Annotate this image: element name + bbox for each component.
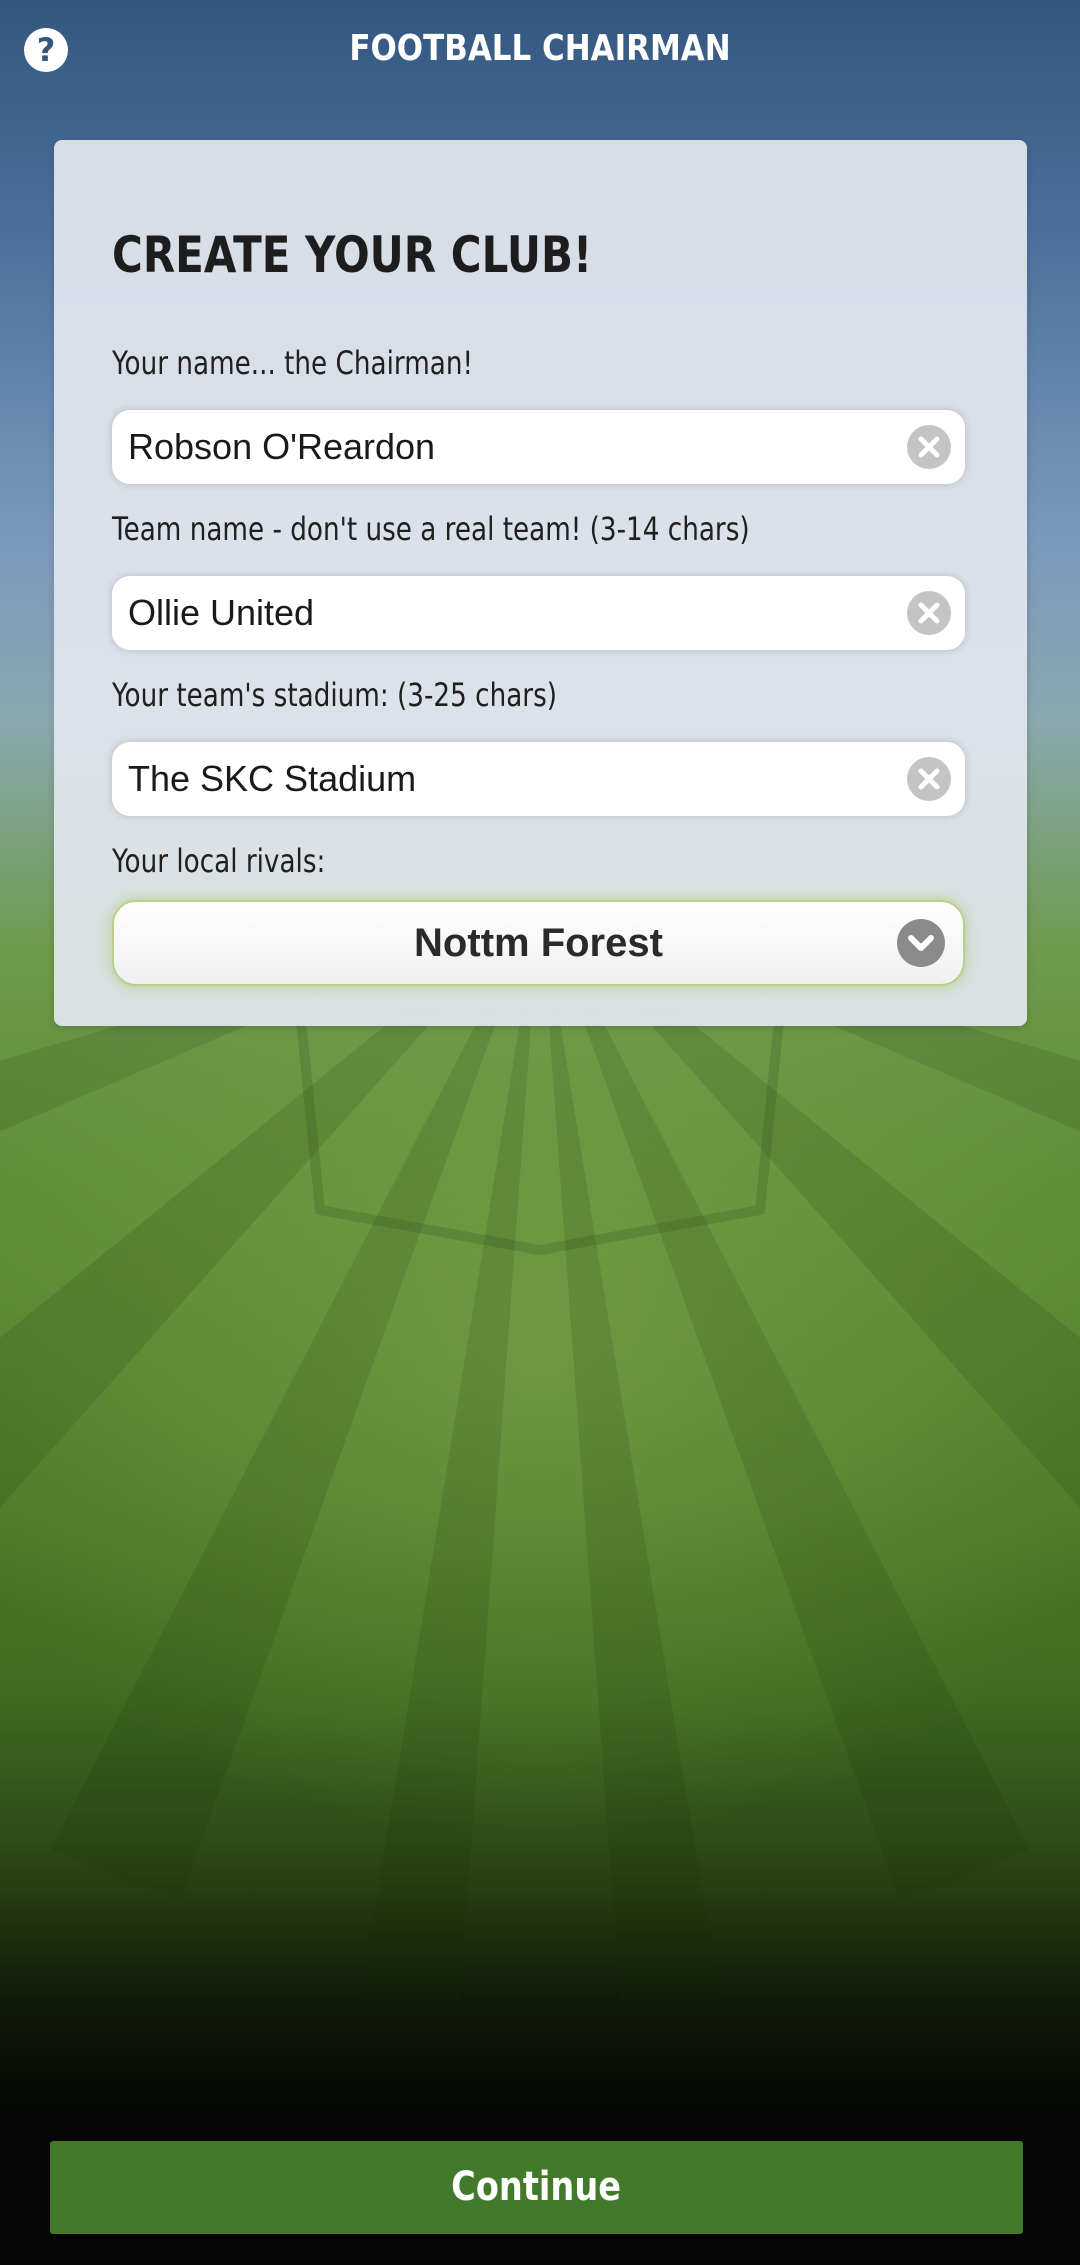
- continue-label: Continue: [451, 2164, 622, 2210]
- team-name-label: Team name - don't use a real team! (3-14…: [112, 510, 750, 548]
- clear-stadium-icon[interactable]: [907, 757, 951, 801]
- stadium-value: The SKC Stadium: [128, 758, 417, 799]
- rivals-selected-value: Nottm Forest: [414, 921, 663, 965]
- rivals-select[interactable]: Nottm Forest: [112, 900, 965, 986]
- page-title: CREATE YOUR CLUB!: [112, 226, 593, 284]
- chairman-name-label: Your name... the Chairman!: [112, 344, 473, 382]
- team-name-value: Ollie United: [128, 592, 315, 633]
- team-name-field[interactable]: Ollie United: [112, 576, 965, 650]
- chairman-name-field[interactable]: Robson O'Reardon: [112, 410, 965, 484]
- app-title: FOOTBALL CHAIRMAN: [349, 28, 731, 69]
- rivals-label: Your local rivals:: [112, 842, 326, 880]
- stadium-label: Your team's stadium: (3-25 chars): [112, 676, 557, 714]
- continue-button[interactable]: Continue: [50, 2141, 1023, 2234]
- stadium-field[interactable]: The SKC Stadium: [112, 742, 965, 816]
- chairman-name-value: Robson O'Reardon: [128, 426, 436, 467]
- top-bar: ? FOOTBALL CHAIRMAN: [0, 0, 1080, 110]
- help-icon[interactable]: ?: [24, 28, 68, 72]
- create-club-card: CREATE YOUR CLUB! Your name... the Chair…: [54, 140, 1027, 1026]
- clear-team-name-icon[interactable]: [907, 591, 951, 635]
- chevron-down-icon[interactable]: [897, 919, 945, 967]
- clear-chairman-name-icon[interactable]: [907, 425, 951, 469]
